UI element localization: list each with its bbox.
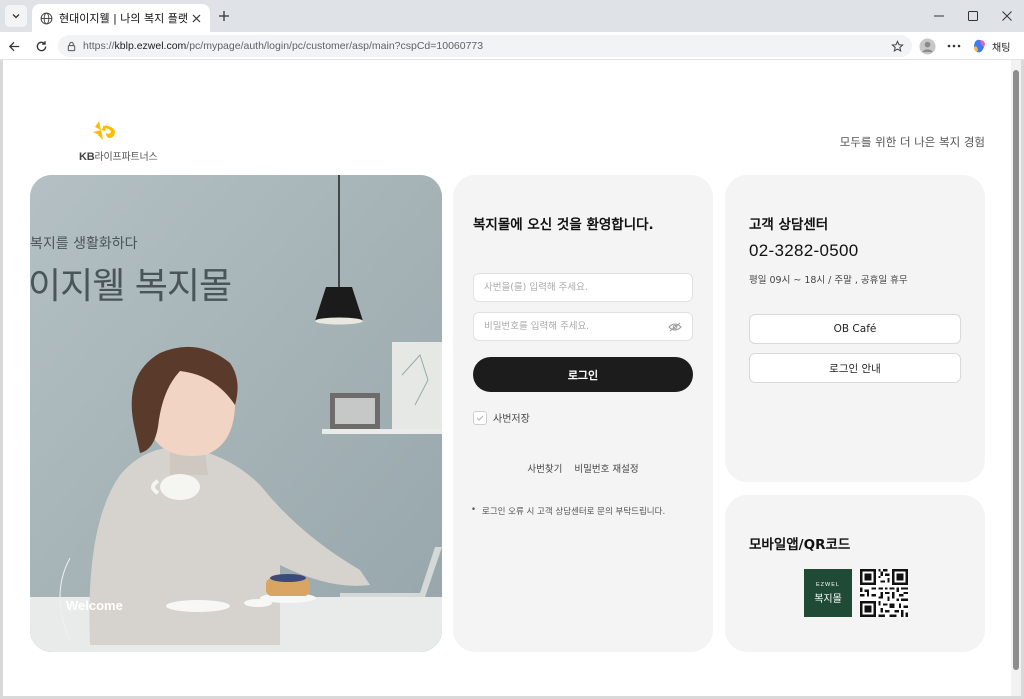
page-scrollbar[interactable] bbox=[1011, 60, 1021, 696]
minimize-button[interactable] bbox=[922, 0, 956, 32]
url-text: https://kblp.ezwel.com/pc/mypage/auth/lo… bbox=[83, 40, 891, 52]
browser-tab-active[interactable]: 현대이지웰 | 나의 복지 플랫폼 bbox=[32, 4, 210, 32]
login-notice: • 로그인 오류 시 고객 상담센터로 문의 부탁드립니다. bbox=[471, 505, 665, 517]
close-icon bbox=[1002, 11, 1012, 21]
minimize-icon bbox=[934, 15, 944, 17]
ezwel-app-badge[interactable]: EZWEL 복지몰 bbox=[804, 569, 852, 617]
reset-password-link[interactable]: 비밀번호 재설정 bbox=[574, 461, 638, 475]
app-badge-name: 복지몰 bbox=[814, 593, 842, 605]
globe-icon bbox=[40, 12, 53, 24]
profile-button[interactable] bbox=[917, 36, 937, 56]
reload-button[interactable] bbox=[31, 36, 51, 56]
url-scheme: https:// bbox=[83, 40, 115, 52]
checkmark-icon bbox=[476, 415, 484, 421]
tab-list-button[interactable] bbox=[5, 5, 27, 27]
save-id-label: 사번저장 bbox=[493, 414, 530, 425]
eye-off-icon[interactable] bbox=[668, 322, 682, 332]
bullet-dot: • bbox=[471, 505, 477, 515]
login-title: 복지몰에 오신 것을 환영합니다. bbox=[473, 217, 654, 233]
save-id-checkbox[interactable]: 사번저장 bbox=[473, 410, 530, 425]
window-close-button[interactable] bbox=[990, 0, 1024, 32]
copilot-chat-button[interactable]: 채팅 bbox=[966, 35, 1016, 57]
chevron-down-icon bbox=[12, 14, 20, 19]
more-horizontal-icon bbox=[947, 44, 961, 48]
window-controls bbox=[922, 0, 1024, 32]
tab-title: 현대이지웰 | 나의 복지 플랫폼 bbox=[59, 12, 188, 25]
plus-icon bbox=[219, 11, 229, 21]
address-bar[interactable]: https://kblp.ezwel.com/pc/mypage/auth/lo… bbox=[58, 35, 912, 57]
browser-toolbar: https://kblp.ezwel.com/pc/mypage/auth/lo… bbox=[0, 32, 1024, 60]
app-badge-brand: EZWEL bbox=[816, 581, 840, 588]
url-path: /pc/mypage/auth/login/pc/customer/asp/ma… bbox=[186, 40, 484, 52]
back-button[interactable] bbox=[4, 36, 24, 56]
login-panel: 복지몰에 오신 것을 환영합니다. 로그인 사번저장 사번찾기 비밀번호 재설정… bbox=[453, 175, 713, 652]
arrow-left-icon bbox=[8, 41, 19, 51]
hero-title: 이지웰 복지몰 bbox=[30, 266, 232, 307]
copilot-icon bbox=[974, 39, 985, 53]
logo-name: 라이프파트너스 bbox=[94, 152, 158, 163]
mobile-app-title: 모바일앱/QR코드 bbox=[749, 537, 851, 553]
site-info-icon[interactable] bbox=[66, 41, 77, 52]
tab-close-button[interactable] bbox=[188, 10, 204, 26]
logo-text: KB라이프파트너스 bbox=[79, 148, 158, 163]
customer-center-hours: 평일 09시 ~ 18시 / 주말 , 공휴일 휴무 bbox=[749, 275, 908, 286]
url-host: kblp.ezwel.com bbox=[114, 40, 187, 52]
maximize-button[interactable] bbox=[956, 0, 990, 32]
kb-star-logo-icon bbox=[93, 121, 115, 140]
employee-id-field[interactable] bbox=[473, 273, 693, 302]
employee-id-input[interactable] bbox=[484, 282, 682, 293]
logo-brand: KB bbox=[79, 151, 95, 163]
mobile-app-panel: 모바일앱/QR코드 EZWEL 복지몰 bbox=[725, 495, 985, 652]
hero-subtitle: 복지를 생활화하다 bbox=[30, 236, 138, 252]
maximize-icon bbox=[968, 11, 978, 21]
login-guide-button[interactable]: 로그인 안내 bbox=[749, 353, 961, 383]
browser-titlebar: 현대이지웰 | 나의 복지 플랫폼 bbox=[0, 0, 1024, 32]
page-viewport: KB라이프파트너스 모두를 위한 더 나은 복지 경험 복지를 생활화하다 이지… bbox=[3, 60, 1021, 696]
account-help-links: 사번찾기 비밀번호 재설정 bbox=[453, 461, 713, 475]
login-notice-text: 로그인 오류 시 고객 상담센터로 문의 부탁드립니다. bbox=[482, 507, 666, 517]
copilot-label: 채팅 bbox=[992, 42, 1011, 54]
hero-welcome: Welcome bbox=[66, 598, 123, 613]
new-tab-button[interactable] bbox=[214, 6, 234, 26]
qr-code-icon bbox=[860, 569, 908, 617]
scrollbar-thumb[interactable] bbox=[1013, 70, 1019, 670]
reload-icon bbox=[36, 40, 46, 51]
password-input[interactable] bbox=[484, 321, 668, 332]
close-icon bbox=[192, 14, 200, 22]
customer-center-panel: 고객 상담센터 02-3282-0500 평일 09시 ~ 18시 / 주말 ,… bbox=[725, 175, 985, 482]
kb-logo[interactable]: KB라이프파트너스 bbox=[79, 118, 169, 163]
hero-banner: 복지를 생활화하다 이지웰 복지몰 Welcome bbox=[30, 175, 442, 652]
ob-cafe-button[interactable]: OB Café bbox=[749, 314, 961, 344]
profile-avatar-icon bbox=[918, 37, 936, 55]
login-button[interactable]: 로그인 bbox=[473, 357, 693, 392]
checkbox-box[interactable] bbox=[473, 410, 487, 425]
customer-center-title: 고객 상담센터 bbox=[749, 217, 829, 233]
find-id-link[interactable]: 사번찾기 bbox=[527, 461, 562, 475]
star-favorite-icon[interactable] bbox=[891, 39, 904, 53]
password-field[interactable] bbox=[473, 312, 693, 341]
customer-center-phone: 02-3282-0500 bbox=[749, 241, 859, 260]
header-tagline: 모두를 위한 더 나은 복지 경험 bbox=[839, 135, 985, 149]
more-menu-button[interactable] bbox=[944, 36, 964, 56]
